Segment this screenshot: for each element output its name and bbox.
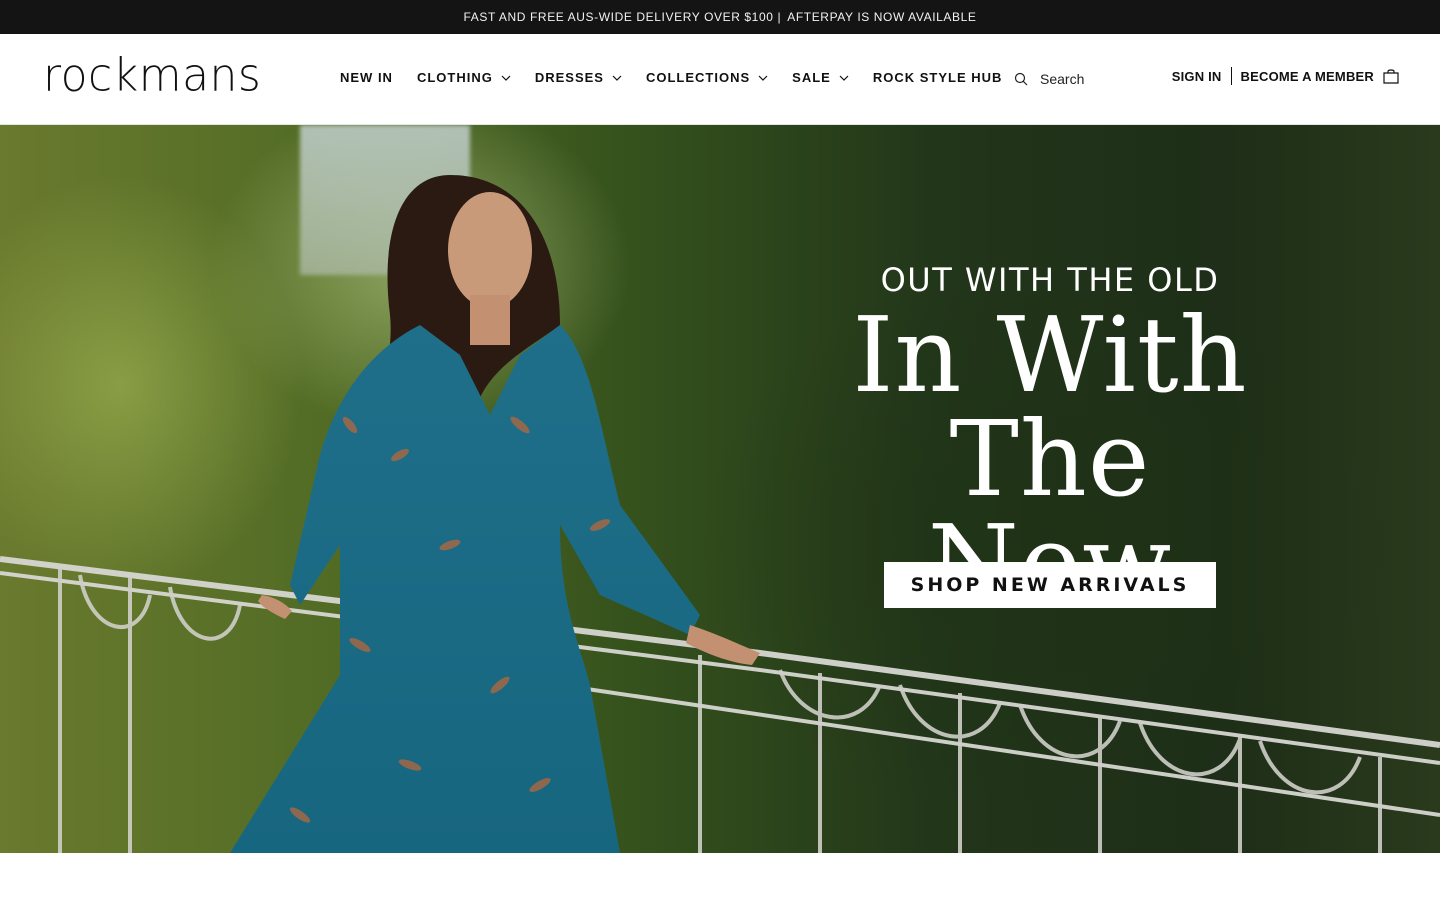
- nav-label: ROCK STYLE HUB: [872, 70, 1003, 85]
- nav-label: SALE: [792, 70, 831, 85]
- afterpay-message: AFTERPAY IS NOW AVAILABLE: [787, 10, 977, 24]
- site-header: rockmans NEW IN CLOTHING DRESSES COLLECT…: [0, 34, 1440, 125]
- announcement-separator: |: [777, 10, 782, 24]
- announcement-bar: FAST AND FREE AUS-WIDE DELIVERY OVER $10…: [0, 0, 1440, 34]
- sign-in-link[interactable]: SIGN IN: [1172, 69, 1222, 84]
- hero-banner: OUT WITH THE OLD In With The New SHOP NE…: [0, 125, 1440, 853]
- hero-title-line-1: In With: [852, 294, 1248, 416]
- nav-label: NEW IN: [340, 70, 393, 85]
- search-bar[interactable]: [1014, 68, 1164, 90]
- chevron-down-icon: [839, 75, 849, 81]
- nav-item-rock-style-hub[interactable]: ROCK STYLE HUB: [873, 70, 1003, 85]
- chevron-down-icon: [612, 75, 622, 81]
- nav-item-sale[interactable]: SALE: [792, 70, 849, 85]
- brand-logo[interactable]: rockmans: [43, 47, 261, 105]
- nav-label: DRESSES: [534, 70, 604, 85]
- nav-item-clothing[interactable]: CLOTHING: [417, 70, 511, 85]
- search-input[interactable]: [1040, 71, 1160, 87]
- search-icon[interactable]: [1014, 72, 1028, 86]
- nav-label: COLLECTIONS: [645, 70, 751, 85]
- nav-item-collections[interactable]: COLLECTIONS: [646, 70, 768, 85]
- account-divider: [1230, 67, 1232, 85]
- nav-item-dresses[interactable]: DRESSES: [535, 70, 622, 85]
- shop-new-arrivals-button[interactable]: SHOP NEW ARRIVALS: [884, 562, 1216, 608]
- chevron-down-icon: [501, 75, 511, 81]
- nav-label: CLOTHING: [416, 70, 493, 85]
- delivery-message: FAST AND FREE AUS-WIDE DELIVERY OVER $10…: [463, 10, 774, 24]
- chevron-down-icon: [758, 75, 768, 81]
- account-links: SIGN IN BECOME A MEMBER: [1172, 67, 1400, 85]
- become-member-link[interactable]: BECOME A MEMBER: [1241, 69, 1374, 84]
- nav-item-new-in[interactable]: NEW IN: [340, 70, 393, 85]
- main-nav: NEW IN CLOTHING DRESSES COLLECTIONS SALE…: [340, 70, 1002, 85]
- shopping-bag-icon[interactable]: [1382, 67, 1400, 85]
